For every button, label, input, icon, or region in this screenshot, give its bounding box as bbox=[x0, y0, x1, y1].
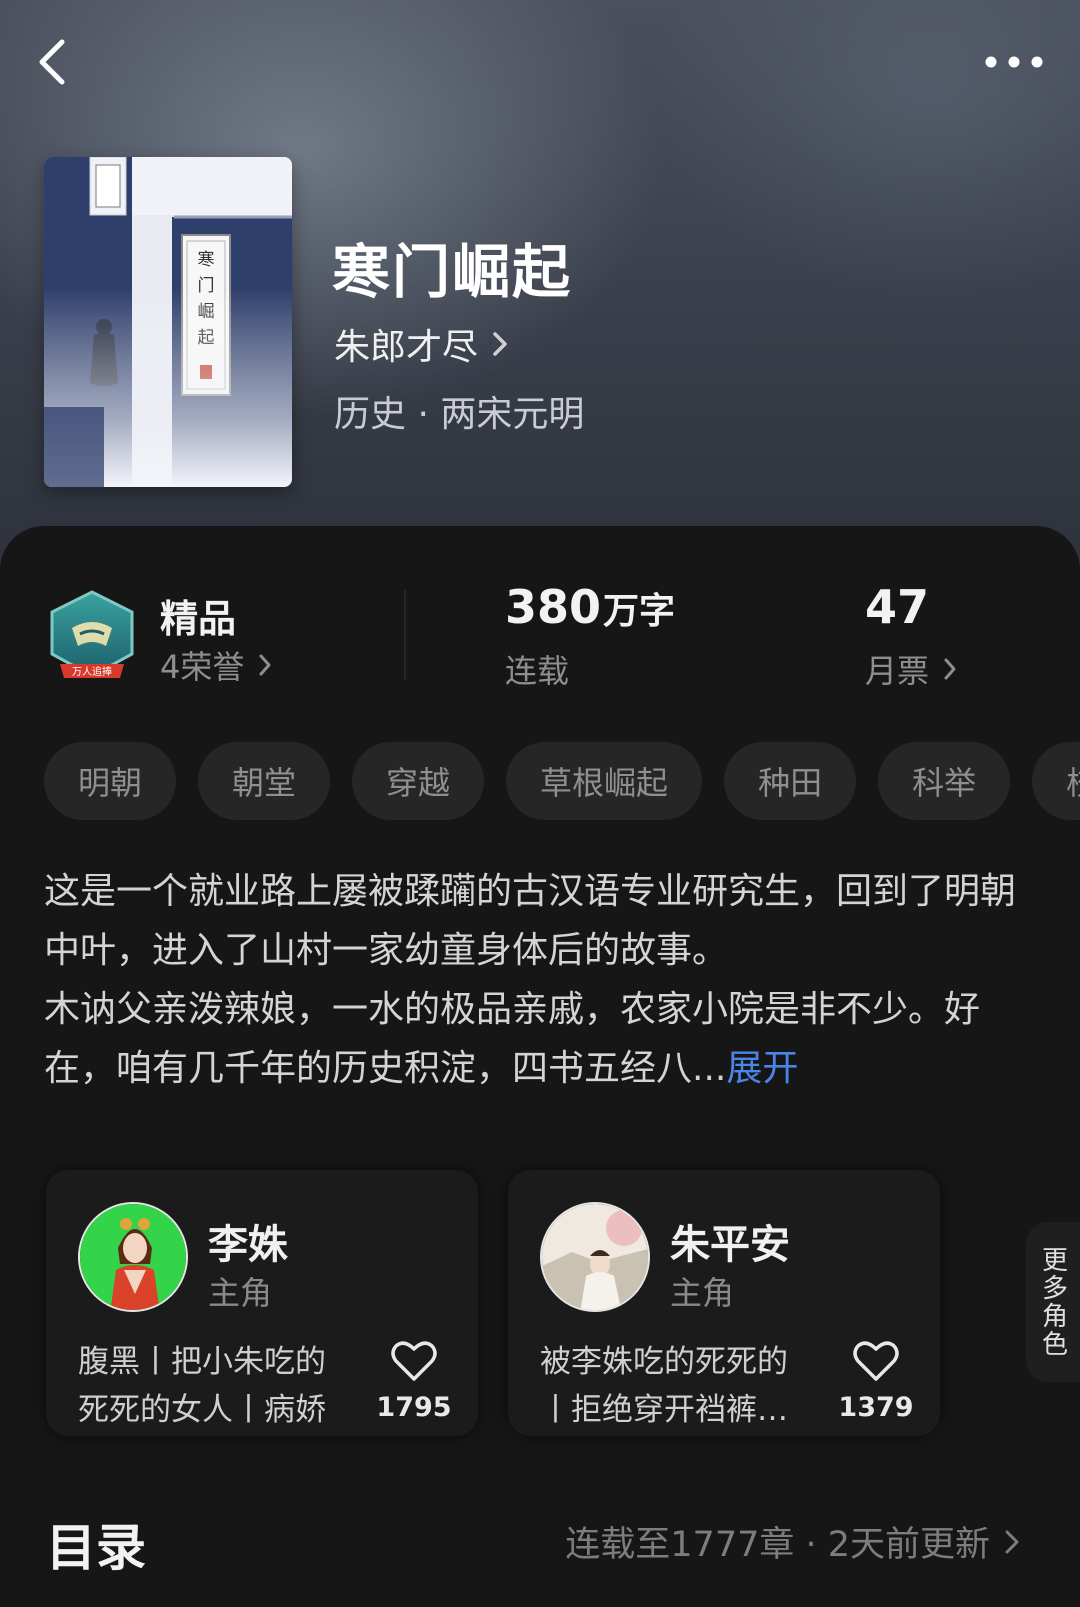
stats-row: 万人追捧 精品 4荣誉 380 万字 连载 47 月票 bbox=[0, 580, 1080, 700]
chevron-right-icon bbox=[1004, 1529, 1020, 1555]
honors-link[interactable]: 4荣誉 bbox=[160, 642, 272, 688]
word-count-unit: 万字 bbox=[603, 591, 676, 632]
character-avatar bbox=[78, 1202, 188, 1312]
stats-divider bbox=[404, 590, 406, 680]
tag-list: 明朝 朝堂 穿越 草根崛起 种田 科举 校 bbox=[44, 742, 1080, 820]
tag-chip[interactable]: 明朝 bbox=[44, 742, 177, 820]
like-count: 1795 bbox=[376, 1392, 452, 1423]
premium-badge-icon[interactable]: 万人追捧 bbox=[46, 588, 138, 686]
like-button[interactable]: 1795 bbox=[376, 1340, 452, 1423]
more-options-button[interactable] bbox=[976, 40, 1052, 84]
book-title: 寒门崛起 bbox=[332, 238, 573, 306]
character-card[interactable]: 李姝 主角 腹黑丨把小朱吃的死死的女人丨病娇 1795 bbox=[46, 1170, 478, 1436]
monthly-votes-label: 月票 bbox=[865, 652, 930, 690]
tag-chip[interactable]: 校 bbox=[1032, 742, 1080, 820]
tag-chip[interactable]: 科举 bbox=[878, 742, 1011, 820]
author-link[interactable]: 朱郎才尽 bbox=[334, 318, 508, 370]
description-text: 这是一个就业路上屡被蹂躏的古汉语专业研究生，回到了明朝中叶，进入了山村一家幼童身… bbox=[44, 871, 1017, 1089]
word-count-number: 380 bbox=[505, 580, 602, 634]
author-name: 朱郎才尽 bbox=[334, 327, 479, 368]
back-arrow-icon bbox=[39, 39, 65, 85]
character-name: 朱平安 bbox=[670, 1222, 790, 1268]
book-description: 这是一个就业路上屡被蹂躏的古汉语专业研究生，回到了明朝中叶，进入了山村一家幼童身… bbox=[44, 862, 1034, 1098]
premium-label: 精品 bbox=[160, 597, 237, 641]
chevron-right-icon bbox=[943, 657, 957, 681]
toc-link[interactable]: 连载至1777章 · 2天前更新 bbox=[565, 1516, 1020, 1567]
character-card[interactable]: 朱平安 主角 被李姝吃的死死的丨拒绝穿开裆裤的男人 1379 bbox=[508, 1170, 940, 1436]
monthly-votes-link[interactable]: 月票 bbox=[865, 646, 957, 692]
honors-label: 4荣誉 bbox=[160, 648, 245, 686]
character-description: 腹黑丨把小朱吃的死死的女人丨病娇 bbox=[78, 1344, 326, 1428]
toc-meta-text: 连载至1777章 · 2天前更新 bbox=[565, 1525, 990, 1565]
tag-chip[interactable]: 穿越 bbox=[352, 742, 485, 820]
character-description: 被李姝吃的死死的丨拒绝穿开裆裤的男人 bbox=[540, 1344, 788, 1428]
heart-icon bbox=[853, 1341, 899, 1381]
book-cover-art: 寒 门 崛 起 bbox=[44, 157, 292, 487]
more-dots-icon bbox=[985, 56, 1043, 68]
word-count: 380 万字 bbox=[505, 580, 675, 634]
book-genre: 历史 · 两宋元明 bbox=[334, 394, 585, 435]
like-count: 1379 bbox=[838, 1392, 914, 1423]
heart-icon bbox=[391, 1341, 437, 1381]
character-avatar bbox=[540, 1202, 650, 1312]
svg-text:寒: 寒 bbox=[198, 250, 215, 270]
monthly-votes-count: 47 bbox=[865, 580, 930, 634]
book-cover[interactable]: 寒 门 崛 起 bbox=[44, 157, 292, 487]
more-roles-button[interactable]: 更多角色 bbox=[1026, 1222, 1080, 1382]
tag-chip[interactable]: 草根崛起 bbox=[506, 742, 703, 820]
expand-link[interactable]: 展开 bbox=[726, 1048, 798, 1089]
chevron-right-icon bbox=[492, 331, 508, 357]
svg-text:万人追捧: 万人追捧 bbox=[72, 665, 112, 678]
character-name: 李姝 bbox=[208, 1222, 288, 1268]
character-role: 主角 bbox=[670, 1274, 735, 1312]
tag-chip[interactable]: 种田 bbox=[724, 742, 857, 820]
chevron-right-icon bbox=[258, 653, 272, 677]
character-role: 主角 bbox=[208, 1274, 273, 1312]
tag-chip[interactable]: 朝堂 bbox=[198, 742, 331, 820]
back-button[interactable] bbox=[28, 38, 76, 86]
serial-status: 连载 bbox=[505, 652, 570, 690]
like-button[interactable]: 1379 bbox=[838, 1340, 914, 1423]
more-roles-label: 更多角色 bbox=[1037, 1246, 1068, 1358]
toc-title: 目录 bbox=[46, 1519, 146, 1577]
